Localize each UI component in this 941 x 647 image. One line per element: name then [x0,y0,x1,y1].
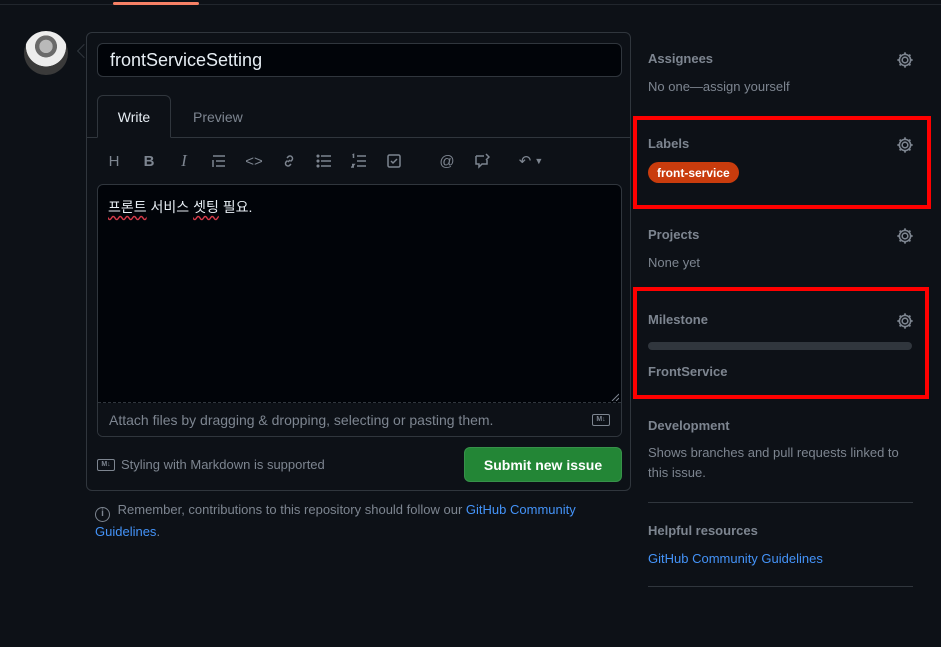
projects-value: None yet [648,255,701,270]
issue-title-input[interactable] [97,43,622,77]
bold-icon[interactable]: B [136,149,162,173]
highlight-box-milestone [633,287,929,399]
italic-icon[interactable]: I [171,149,197,173]
active-nav-underline [113,2,199,5]
guidelines-prefix: Remember, contributions to this reposito… [117,502,463,517]
highlight-box-labels [633,116,931,209]
development-text: Shows branches and pull requests linked … [648,445,899,480]
tab-preview[interactable]: Preview [177,95,259,138]
quote-icon[interactable] [206,149,232,173]
italic-glyph: I [181,151,187,170]
projects-section: Projects None yet [648,227,914,270]
markdown-support-link[interactable]: M↓ Styling with Markdown is supported [97,457,325,472]
form-footer: M↓ Styling with Markdown is supported Su… [97,447,622,483]
body-word: 셋팅 [193,199,219,215]
submit-new-issue-button[interactable]: Submit new issue [464,447,622,482]
bulleted-list-icon[interactable] [311,149,337,173]
info-icon: i [95,506,110,522]
body-word: 서비스 [150,199,190,215]
guidelines-note: i Remember, contributions to this reposi… [95,500,615,542]
attach-files-area[interactable]: Attach files by dragging & dropping, sel… [98,403,621,436]
new-issue-form: Write Preview H B I <> @ ↶▼ 프론트 서비스 셋팅 [86,32,631,491]
sidebar-divider [648,502,913,503]
guidelines-link[interactable]: GitHub Community [466,502,576,517]
development-section: Development Shows branches and pull requ… [648,418,914,483]
markdown-icon: M↓ [592,413,610,426]
markdown-toolbar: H B I <> @ ↶ ▼ [97,149,622,173]
issue-body-editor[interactable]: 프론트 서비스 셋팅 필요. Attach files by dragging … [97,184,622,437]
helpful-resources-title: Helpful resources [648,523,758,538]
resize-handle-icon[interactable] [611,393,619,401]
mention-icon[interactable]: @ [434,149,460,173]
assignees-section: Assignees No one—assign yourself [648,51,914,94]
body-word: 프론트 [108,199,147,215]
bold-glyph: B [143,152,155,170]
assignees-value[interactable]: No one—assign yourself [648,79,914,94]
issue-body-textarea[interactable]: 프론트 서비스 셋팅 필요. [98,185,621,403]
link-icon[interactable] [276,149,302,173]
guidelines-suffix: . [156,523,161,539]
tab-write[interactable]: Write [97,95,171,138]
mention-glyph: @ [439,152,455,170]
community-guidelines-link[interactable]: GitHub Community Guidelines [648,551,914,566]
helpful-resources-section: Helpful resources GitHub Community Guide… [648,523,914,566]
code-glyph: <> [245,152,263,170]
attach-hint: Attach files by dragging & dropping, sel… [109,411,494,428]
heading-glyph: H [108,152,120,170]
sidebar-divider [648,586,913,587]
gear-icon[interactable] [896,51,914,69]
avatar[interactable] [24,31,68,75]
chevron-down-icon: ▼ [534,156,544,166]
numbered-list-icon[interactable] [346,149,372,173]
task-list-icon[interactable] [381,149,407,173]
reference-icon[interactable] [469,149,495,173]
development-title: Development [648,418,730,433]
code-icon[interactable]: <> [241,149,267,173]
gear-icon[interactable] [896,227,914,245]
assignees-title[interactable]: Assignees [648,51,914,66]
markdown-icon: M↓ [97,458,115,471]
heading-icon[interactable]: H [101,149,127,173]
body-word: 필요. [222,199,253,215]
projects-title[interactable]: Projects [648,227,914,242]
undo-glyph: ↶ [518,153,532,170]
markdown-note: Styling with Markdown is supported [121,457,325,472]
undo-icon[interactable]: ↶ ▼ [513,149,549,173]
guidelines-link[interactable]: Guidelines [95,524,156,539]
